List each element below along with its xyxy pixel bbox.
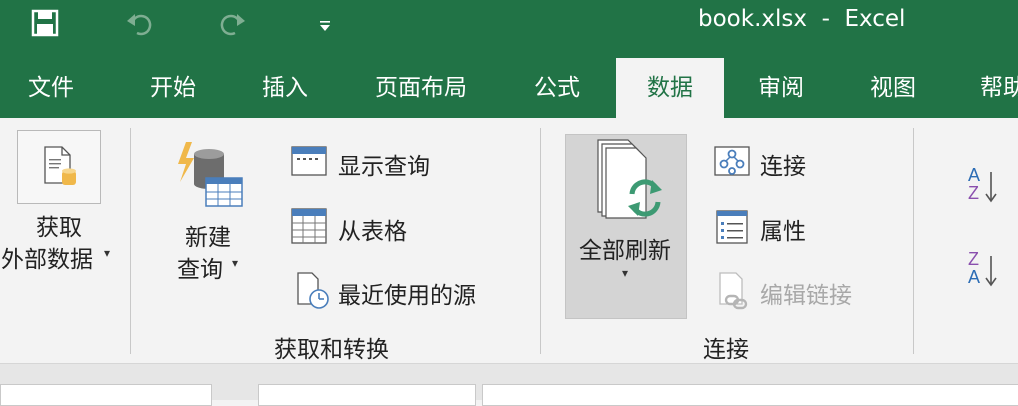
show-queries-icon xyxy=(291,146,327,176)
sort-descending-button[interactable]: Z A xyxy=(968,250,1002,290)
recent-sources-button[interactable]: 最近使用的源 xyxy=(338,276,476,310)
sort-az-bottom: Z xyxy=(968,183,979,203)
from-table-button[interactable]: 从表格 xyxy=(338,212,407,246)
undo-icon[interactable] xyxy=(124,8,154,38)
save-icon[interactable] xyxy=(30,8,60,38)
tab-review[interactable]: 审阅 xyxy=(730,58,832,118)
chevron-down-icon[interactable]: ▾ xyxy=(622,266,628,280)
new-query-icon[interactable] xyxy=(176,142,244,210)
tab-file[interactable]: 文件 xyxy=(0,58,102,118)
sort-ascending-button[interactable]: A Z xyxy=(968,166,1002,206)
get-external-data-label-2: 外部数据 xyxy=(1,247,93,273)
formula-input[interactable] xyxy=(482,384,1018,406)
show-queries-button[interactable]: 显示查询 xyxy=(338,147,430,181)
new-query-label-2: 查询 xyxy=(177,257,223,283)
get-external-data-label-1: 获取 xyxy=(36,215,82,241)
sort-za-top: Z xyxy=(968,249,979,269)
tab-formulas[interactable]: 公式 xyxy=(506,58,608,118)
tab-insert[interactable]: 插入 xyxy=(234,58,336,118)
redo-icon[interactable] xyxy=(218,8,248,38)
window-title: book.xlsx - Excel xyxy=(698,6,906,32)
edit-links-button[interactable]: 编辑链接 xyxy=(760,276,852,310)
group-label-connections: 连接 xyxy=(703,337,749,363)
name-box[interactable] xyxy=(0,384,212,406)
group-separator xyxy=(540,128,541,354)
edit-links-icon xyxy=(718,272,754,310)
properties-icon xyxy=(716,210,748,244)
chevron-down-icon[interactable]: ▾ xyxy=(232,256,238,270)
ribbon-panel xyxy=(0,118,1018,364)
arrow-down-icon xyxy=(983,170,999,204)
refresh-all-label: 全部刷新 xyxy=(579,238,671,264)
group-label-get-transform: 获取和转换 xyxy=(274,337,389,363)
from-table-icon xyxy=(291,208,327,244)
refresh-all-icon xyxy=(592,138,664,220)
arrow-down-icon xyxy=(983,254,999,288)
tab-page-layout[interactable]: 页面布局 xyxy=(356,58,486,118)
connections-button[interactable]: 连接 xyxy=(760,147,806,181)
group-separator xyxy=(913,128,914,354)
group-separator xyxy=(130,128,131,354)
sort-az-top: A xyxy=(968,165,981,185)
connections-icon xyxy=(714,146,750,178)
get-external-data-button[interactable] xyxy=(17,130,101,204)
tab-view[interactable]: 视图 xyxy=(842,58,944,118)
new-query-label-1: 新建 xyxy=(185,225,231,251)
tab-home[interactable]: 开始 xyxy=(122,58,224,118)
recent-sources-icon xyxy=(296,272,332,310)
chevron-down-icon[interactable]: ▾ xyxy=(104,246,110,260)
properties-button[interactable]: 属性 xyxy=(760,212,806,246)
database-document-icon xyxy=(42,145,78,191)
customize-dropdown-icon[interactable] xyxy=(318,18,332,32)
tab-data[interactable]: 数据 xyxy=(616,58,724,118)
tab-help[interactable]: 帮助 xyxy=(968,58,1018,118)
formula-buttons[interactable] xyxy=(258,384,476,406)
sort-za-bottom: A xyxy=(968,267,981,287)
